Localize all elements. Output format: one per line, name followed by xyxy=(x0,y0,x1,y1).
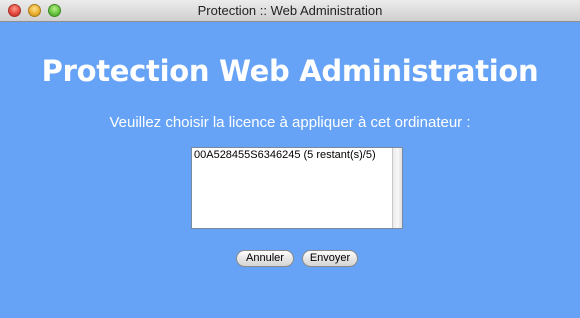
listbox-scrollbar[interactable] xyxy=(392,148,402,228)
license-prompt: Veuillez choisir la licence à appliquer … xyxy=(109,114,471,131)
submit-button[interactable]: Envoyer xyxy=(302,250,358,267)
license-option[interactable]: 00A528455S6346245 (5 restant(s)/5) xyxy=(194,149,376,161)
page-content: Protection Web Administration Veuillez c… xyxy=(0,22,580,318)
page-title: Protection Web Administration xyxy=(41,54,539,88)
window-title: Protection :: Web Administration xyxy=(197,3,383,18)
cancel-button[interactable]: Annuler xyxy=(236,250,294,267)
browser-window: Protection :: Web Administration Protect… xyxy=(0,0,580,318)
title-bar[interactable]: Protection :: Web Administration xyxy=(0,0,580,22)
license-listbox[interactable]: 00A528455S6346245 (5 restant(s)/5) xyxy=(191,147,403,229)
